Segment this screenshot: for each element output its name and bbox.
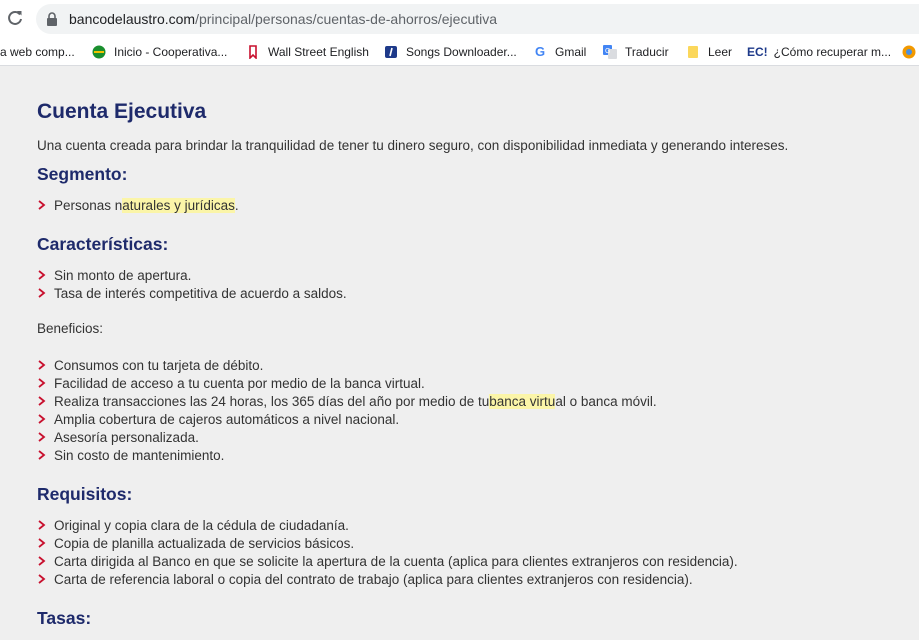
ec-icon: EC! xyxy=(747,45,768,59)
bookmark-extra-icon xyxy=(902,45,916,59)
bookmark-label: Songs Downloader... xyxy=(406,45,517,59)
translate-icon: G xyxy=(603,45,617,59)
chevron-right-icon xyxy=(38,538,46,548)
bookmark-label: Inicio - Cooperativa... xyxy=(114,45,228,59)
list-item-text: Consumos con tu tarjeta de débito. xyxy=(54,357,264,373)
requisitos-heading: Requisitos: xyxy=(37,484,133,504)
bookmark-web-comp[interactable]: a web comp... xyxy=(0,44,75,60)
bookmark-label: a web comp... xyxy=(0,45,75,59)
list-item: Copia de planilla actualizada de servici… xyxy=(37,534,738,552)
cooperativa-icon xyxy=(92,45,106,59)
bookmark-como-recuperar[interactable]: EC! ¿Cómo recuperar m... xyxy=(747,44,891,60)
list-item: Sin monto de apertura. xyxy=(37,266,347,284)
list-item: Facilidad de acceso a tu cuenta por medi… xyxy=(37,374,657,392)
list-item-text: Sin costo de mantenimiento. xyxy=(54,447,225,463)
reload-icon[interactable] xyxy=(6,9,24,27)
bookmark-gmail[interactable]: G Gmail xyxy=(533,44,586,60)
bookmark-wall-street-english[interactable]: Wall Street English xyxy=(246,44,369,60)
requisitos-list: Original y copia clara de la cédula de c… xyxy=(37,516,738,588)
caracteristicas-list: Sin monto de apertura. Tasa de interés c… xyxy=(37,266,347,302)
url-domain: bancodelaustro.com xyxy=(69,11,196,27)
page-content: Cuenta Ejecutiva Una cuenta creada para … xyxy=(37,66,919,640)
chevron-right-icon xyxy=(38,432,46,442)
list-item-text-highlight: banca virtu xyxy=(489,393,556,409)
address-bar[interactable]: bancodelaustro.com/principal/personas/cu… xyxy=(36,4,919,34)
url-text[interactable]: bancodelaustro.com/principal/personas/cu… xyxy=(69,11,497,27)
list-item-text: Asesoría personalizada. xyxy=(54,429,199,445)
bookmarks-bar: a web comp... Inicio - Cooperativa... Wa… xyxy=(0,38,919,66)
wse-icon xyxy=(249,45,257,59)
list-item-text: Tasa de interés competitiva de acuerdo a… xyxy=(54,285,347,301)
list-item: Consumos con tu tarjeta de débito. xyxy=(37,356,657,374)
list-item: Carta de referencia laboral o copia del … xyxy=(37,570,738,588)
list-item: Tasa de interés competitiva de acuerdo a… xyxy=(37,284,347,302)
lock-icon[interactable] xyxy=(46,12,58,26)
chevron-right-icon xyxy=(38,200,46,210)
list-item: Carta dirigida al Banco en que se solici… xyxy=(37,552,738,570)
segmento-list: Personas n aturales y jurídicas. xyxy=(37,196,239,214)
chevron-right-icon xyxy=(38,270,46,280)
list-item-text-pre: Realiza transacciones las 24 horas, los … xyxy=(54,393,490,409)
list-item: Sin costo de mantenimiento. xyxy=(37,446,657,464)
intro-text: Una cuenta creada para brindar la tranqu… xyxy=(37,138,789,153)
chevron-right-icon xyxy=(38,450,46,460)
songs-icon xyxy=(385,46,397,58)
url-path: /principal/personas/cuentas-de-ahorros/e… xyxy=(195,11,498,27)
bookmark-cooperativa[interactable]: Inicio - Cooperativa... xyxy=(92,44,227,60)
list-item-text: Carta de referencia laboral o copia del … xyxy=(54,571,693,587)
bookmark-extra[interactable] xyxy=(902,44,919,60)
chevron-right-icon xyxy=(38,520,46,530)
segmento-text-highlight: aturales y jurídicas xyxy=(122,197,235,213)
list-item-text: Copia de planilla actualizada de servici… xyxy=(54,535,355,551)
bookmark-label: Traducir xyxy=(625,45,669,59)
list-item-text: Carta dirigida al Banco en que se solici… xyxy=(54,553,738,569)
bookmark-label: ¿Cómo recuperar m... xyxy=(773,45,892,59)
bookmark-songs-downloader[interactable]: Songs Downloader... xyxy=(384,44,517,60)
chevron-right-icon xyxy=(38,414,46,424)
list-item-text: Facilidad de acceso a tu cuenta por medi… xyxy=(54,375,425,391)
bookmark-leer[interactable]: Leer xyxy=(686,44,732,60)
segmento-heading: Segmento: xyxy=(37,164,128,184)
chevron-right-icon xyxy=(38,360,46,370)
segmento-text-post: . xyxy=(234,197,239,213)
chevron-right-icon xyxy=(38,396,46,406)
bookmark-label: Gmail xyxy=(555,45,587,59)
bookmark-label: Wall Street English xyxy=(268,45,369,59)
beneficios-label: Beneficios: xyxy=(37,321,104,336)
list-item-text: Amplia cobertura de cajeros automáticos … xyxy=(54,411,400,427)
bookmark-traducir[interactable]: G Traducir xyxy=(603,44,669,60)
chevron-right-icon xyxy=(38,556,46,566)
list-item: Realiza transacciones las 24 horas, los … xyxy=(37,392,657,410)
list-item: Personas n aturales y jurídicas. xyxy=(37,196,239,214)
chevron-right-icon xyxy=(38,378,46,388)
chevron-right-icon xyxy=(38,574,46,584)
bookmark-label: Leer xyxy=(708,45,733,59)
list-item: Original y copia clara de la cédula de c… xyxy=(37,516,738,534)
note-icon xyxy=(688,46,698,58)
list-item: Amplia cobertura de cajeros automáticos … xyxy=(37,410,657,428)
list-item-text: Original y copia clara de la cédula de c… xyxy=(54,517,349,533)
caracteristicas-heading: Características: xyxy=(37,234,169,254)
list-item-text: Sin monto de apertura. xyxy=(54,267,192,283)
tasas-heading: Tasas: xyxy=(37,608,92,628)
google-icon: G xyxy=(534,44,546,59)
list-item-text-post: al o banca móvil. xyxy=(555,393,657,409)
svg-text:G: G xyxy=(605,48,610,55)
page-title: Cuenta Ejecutiva xyxy=(37,100,207,123)
list-item: Asesoría personalizada. xyxy=(37,428,657,446)
beneficios-list: Consumos con tu tarjeta de débito. Facil… xyxy=(37,356,657,464)
segmento-text-pre: Personas n xyxy=(54,197,123,213)
browser-toolbar: bancodelaustro.com/principal/personas/cu… xyxy=(0,0,919,38)
chevron-right-icon xyxy=(38,288,46,298)
